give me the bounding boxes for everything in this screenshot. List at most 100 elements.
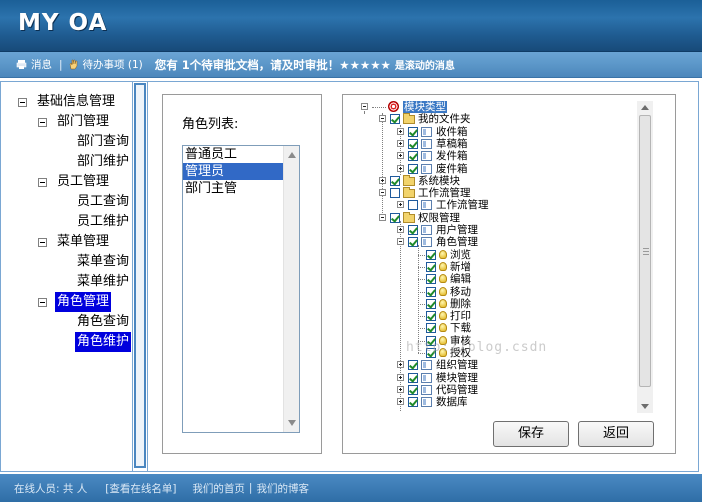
scroll-down-arrow-icon[interactable] [641,404,649,409]
module-tree-node[interactable]: 数据库 [357,396,642,408]
blog-link[interactable]: 我们的博客 [256,481,309,496]
node-checkbox[interactable] [390,175,400,186]
expand-icon[interactable] [397,385,404,393]
node-checkbox[interactable] [408,126,418,137]
module-tree-node[interactable]: 草稿箱 [357,138,642,150]
role-option-selected[interactable]: 管理员 [183,163,284,180]
tree-group-employee[interactable]: 员工管理 [1,172,132,192]
module-tree-node[interactable]: 发件箱 [357,150,642,162]
node-checkbox[interactable] [408,360,418,371]
module-tree-node[interactable]: 新增 [357,261,642,273]
scroll-up-arrow-icon[interactable] [641,105,649,110]
tree-item-dept-query[interactable]: 部门查询 [1,132,132,152]
node-checkbox[interactable] [408,225,418,235]
node-checkbox[interactable] [426,323,436,334]
collapse-icon[interactable] [18,98,27,107]
node-checkbox[interactable] [408,151,418,162]
tree-item-dept-maintain[interactable]: 部门维护 [1,152,132,172]
module-tree-node[interactable]: 移动 [357,286,642,298]
node-checkbox[interactable] [408,384,418,395]
expand-icon[interactable] [397,152,404,160]
collapse-icon[interactable] [38,178,47,187]
module-tree-node[interactable]: 用户管理 [357,224,642,236]
node-checkbox[interactable] [426,274,436,285]
node-checkbox[interactable] [390,114,400,125]
node-checkbox[interactable] [408,372,418,383]
module-scrollbar-thumb[interactable] [639,115,651,387]
expand-icon[interactable] [379,176,386,184]
module-tree-node[interactable]: 浏览 [357,249,642,261]
nav-scrollbar-thumb[interactable] [134,83,146,468]
scroll-up-arrow-icon[interactable] [288,152,296,158]
module-tree-node[interactable]: 系统模块 [357,174,642,187]
node-checkbox[interactable] [426,311,436,322]
module-tree-node[interactable]: 模块管理 [357,372,642,384]
collapse-icon[interactable] [361,103,368,110]
todo-link[interactable]: 待办事项 (1) [68,57,143,72]
tree-item-menu-query[interactable]: 菜单查询 [1,252,132,272]
expand-icon[interactable] [397,164,404,172]
view-online-link[interactable]: [查看在线名单] [105,481,176,496]
tree-item-employee-query[interactable]: 员工查询 [1,192,132,212]
expand-icon[interactable] [397,361,404,369]
node-checkbox[interactable] [426,298,436,309]
expand-icon[interactable] [397,226,404,233]
messages-link[interactable]: 消息 [16,57,52,72]
node-checkbox[interactable] [408,138,418,149]
node-checkbox[interactable] [426,249,436,260]
tree-group-menu[interactable]: 菜单管理 [1,232,132,252]
expand-icon[interactable] [397,127,404,135]
tree-item-role-query[interactable]: 角色查询 [1,312,132,332]
node-checkbox[interactable] [390,212,400,223]
node-checkbox[interactable] [426,261,436,272]
node-checkbox[interactable] [408,200,418,211]
module-tree-node[interactable]: 废件箱 [357,163,642,175]
role-option[interactable]: 普通员工 [183,146,284,163]
role-listbox[interactable]: 普通员工 管理员 部门主管 [182,145,300,433]
collapse-icon[interactable] [379,213,386,221]
module-tree-node[interactable]: 代码管理 [357,384,642,396]
role-listbox-scrollbar[interactable] [283,146,299,432]
node-checkbox[interactable] [408,237,418,248]
tree-item-menu-maintain[interactable]: 菜单维护 [1,272,132,292]
module-tree-node[interactable]: 我的文件夹 [357,113,642,125]
node-checkbox[interactable] [426,286,436,297]
module-tree-node[interactable]: 模块类型 [357,101,642,113]
module-tree-node[interactable]: 打印 [357,310,642,322]
module-tree-scrollbar[interactable] [637,101,653,413]
module-tree-node[interactable]: 组织管理 [357,359,642,371]
collapse-icon[interactable] [397,238,404,246]
tree-root[interactable]: 基础信息管理 [1,92,132,112]
home-link[interactable]: 我们的首页 [192,481,245,496]
collapse-icon[interactable] [38,298,47,307]
nav-scrollbar[interactable] [132,82,147,471]
module-tree-node[interactable]: 工作流管理 [357,187,642,199]
node-checkbox[interactable] [408,397,418,408]
module-tree-node[interactable]: 权限管理 [357,211,642,224]
tree-group-role[interactable]: 角色管理 [1,292,132,312]
node-checkbox[interactable] [390,188,400,199]
collapse-icon[interactable] [379,115,386,123]
expand-icon[interactable] [397,373,404,381]
tree-item-employee-maintain[interactable]: 员工维护 [1,212,132,232]
scrolling-notice[interactable]: 您有 1个待审批文档，请及时审批！★★★★★ 是滚动的消息 [155,57,455,73]
collapse-icon[interactable] [38,118,47,127]
expand-icon[interactable] [397,398,404,406]
module-tree-node[interactable]: 收件箱 [357,126,642,138]
collapse-icon[interactable] [379,189,386,197]
collapse-icon[interactable] [38,238,47,247]
role-option[interactable]: 部门主管 [183,180,284,197]
tree-item-role-maintain[interactable]: 角色维护 [1,332,132,352]
tree-group-dept[interactable]: 部门管理 [1,112,132,132]
node-checkbox[interactable] [408,163,418,174]
module-tree-node[interactable]: 工作流管理 [357,199,642,211]
expand-icon[interactable] [397,201,404,209]
module-tree-node[interactable]: 删除 [357,298,642,310]
scroll-down-arrow-icon[interactable] [288,420,296,426]
module-tree-node[interactable]: 编辑 [357,273,642,285]
back-button[interactable]: 返回 [578,421,654,447]
expand-icon[interactable] [397,139,404,147]
module-tree-node[interactable]: 下载 [357,322,642,334]
save-button[interactable]: 保存 [493,421,569,447]
module-tree-node[interactable]: 角色管理 [357,236,642,248]
